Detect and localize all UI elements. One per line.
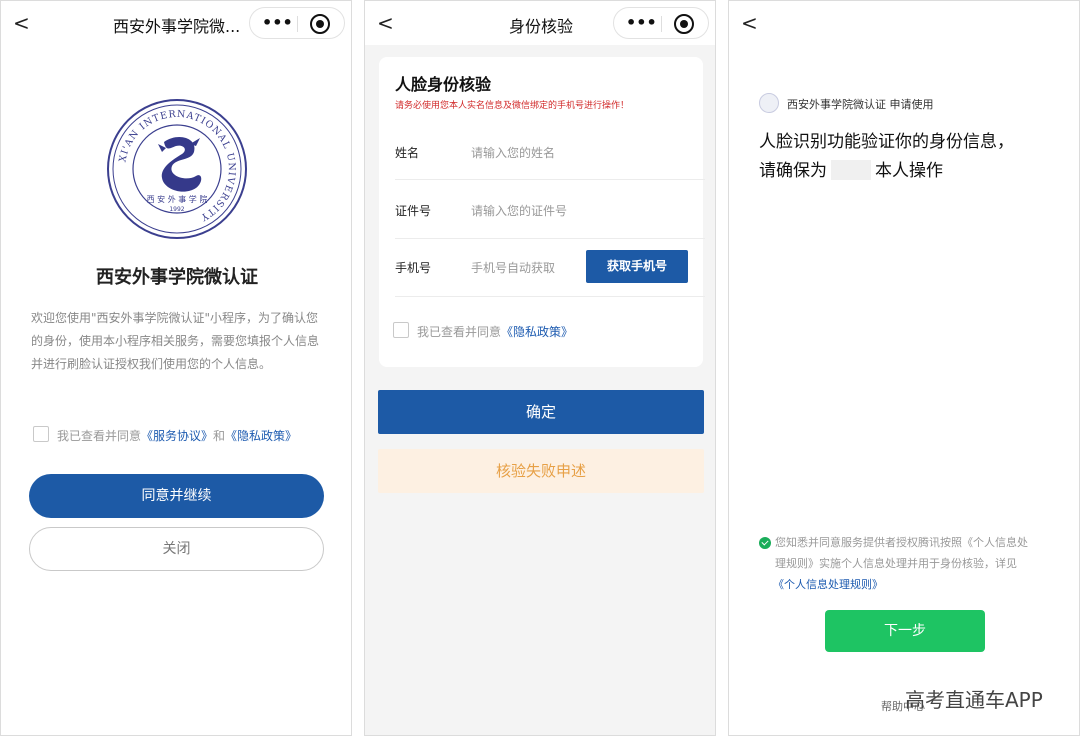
agree-checkbox[interactable] [393, 322, 409, 338]
headline-post: 本人操作 [875, 161, 943, 181]
close-button[interactable]: 关闭 [29, 527, 324, 571]
verify-fail-appeal-button[interactable]: 核验失败申述 [378, 449, 704, 493]
headline-line2: 请确保为 本人操作 [759, 156, 943, 181]
back-icon[interactable]: < [741, 11, 761, 35]
next-step-button[interactable]: 下一步 [825, 610, 985, 652]
more-icon[interactable]: ••• [626, 10, 657, 36]
name-input[interactable]: 请输入您的姓名 [471, 144, 555, 161]
consent-line2: 理规则》实施个人信息处理并用于身份核验，详见 [775, 557, 1017, 570]
phone-input: 手机号自动获取 [471, 261, 556, 275]
divider [395, 296, 705, 297]
close-miniprogram-icon[interactable] [674, 14, 694, 34]
confirm-button[interactable]: 确定 [378, 390, 704, 434]
back-icon[interactable]: < [13, 11, 33, 35]
divider [395, 238, 705, 239]
nav-title: 西安外事学院微... [113, 17, 241, 36]
id-number-label: 证件号 [395, 204, 432, 218]
get-phone-button[interactable]: 获取手机号 [586, 250, 688, 283]
logo-chinese-text: 西 安 外 事 学 院 [147, 194, 208, 204]
nav-title: 身份核验 [509, 17, 574, 36]
agree-mid: 和 [213, 429, 226, 443]
verify-warning: 请务必使用您本人实名信息及微信绑定的手机号进行操作！ [395, 101, 630, 111]
id-number-input[interactable]: 请输入您的证件号 [471, 202, 567, 219]
capsule-menu: ••• [249, 7, 345, 39]
personal-info-rules-link[interactable]: 《个人信息处理规则》 [773, 574, 883, 595]
divider [395, 179, 705, 180]
close-miniprogram-icon[interactable] [310, 14, 330, 34]
capsule-divider [297, 16, 298, 32]
screen-intro: < 西安外事学院微... ••• XI'AN INTERNATIONAL UNI… [0, 0, 352, 736]
more-icon[interactable]: ••• [262, 10, 293, 36]
phone-label: 手机号 [395, 261, 432, 275]
agree-text: 我已查看并同意《隐私政策》 [417, 323, 573, 340]
app-request-text: 西安外事学院微认证 申请使用 [787, 98, 934, 111]
university-logo: XI'AN INTERNATIONAL UNIVERSITY 西 安 外 事 学… [107, 99, 247, 239]
capsule-divider [661, 16, 662, 32]
page-title: 西安外事学院微认证 [96, 267, 258, 288]
logo-year-text: 1992 [169, 206, 184, 213]
masked-name [831, 160, 871, 180]
watermark: 高考直通车APP [905, 688, 1043, 712]
privacy-policy-link[interactable]: 《隐私政策》 [501, 325, 573, 339]
agree-continue-button[interactable]: 同意并继续 [29, 474, 324, 518]
agree-prefix: 我已查看并同意 [57, 429, 142, 443]
capsule-menu: ••• [613, 7, 709, 39]
screen-verify-form: < 身份核验 ••• 人脸身份核验 请务必使用您本人实名信息及微信绑定的手机号进… [364, 0, 716, 736]
verify-heading: 人脸身份核验 [395, 75, 492, 94]
screen-face-auth: < 西安外事学院微认证 申请使用 人脸识别功能验证你的身份信息， 请确保为 本人操… [728, 0, 1080, 736]
app-logo-icon [759, 93, 779, 113]
headline-line1: 人脸识别功能验证你的身份信息， [759, 132, 1014, 152]
back-icon[interactable]: < [377, 11, 397, 35]
privacy-policy-link[interactable]: 《隐私政策》 [225, 429, 297, 443]
agree-text: 我已查看并同意《服务协议》和《隐私政策》 [57, 427, 297, 444]
agree-prefix: 我已查看并同意 [417, 325, 502, 339]
consent-text: 您知悉并同意服务提供者授权腾讯按照《个人信息处 理规则》实施个人信息处理并用于身… [773, 532, 1055, 591]
service-agreement-link[interactable]: 《服务协议》 [141, 429, 213, 443]
check-circle-icon [759, 537, 771, 549]
headline-pre: 请确保为 [759, 161, 827, 181]
name-label: 姓名 [395, 146, 420, 160]
consent-line1: 您知悉并同意服务提供者授权腾讯按照《个人信息处 [775, 536, 1028, 549]
agree-checkbox[interactable] [33, 426, 49, 442]
intro-description: 欢迎您使用"西安外事学院微认证"小程序，为了确认您的身份，使用本小程序相关服务，… [31, 311, 320, 371]
